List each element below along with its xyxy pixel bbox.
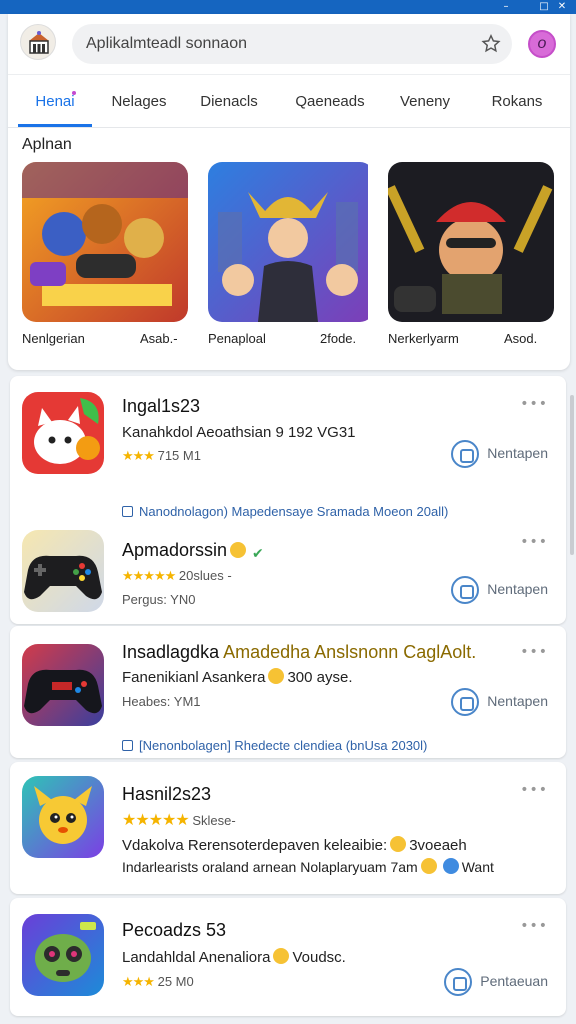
smile-emoji-icon: [273, 948, 290, 964]
featured-game-3-meta: Asod.: [504, 331, 538, 346]
app-5-subtitle: Landahldal Anenaliora Voudsc.: [122, 948, 346, 966]
app-2-icon[interactable]: [22, 530, 104, 612]
category-tabs: Henai Nelages Dienacls Qaeneads Veneny R…: [8, 74, 570, 128]
active-tab-indicator: [18, 124, 92, 127]
app-4-icon[interactable]: [22, 776, 104, 858]
verified-badge-icon: ✔: [252, 546, 264, 562]
notification-dot: [72, 91, 76, 95]
install-icon: [451, 440, 480, 469]
app-list-panel: Ingal1s23 Kanahkdol Aeoathsian 9 192 VG3…: [10, 376, 566, 624]
featured-game-2-image: [208, 162, 368, 322]
app-3-icon[interactable]: [22, 644, 104, 726]
app-4-more-icon[interactable]: •••: [520, 782, 548, 798]
app-3-link[interactable]: [Nenonbolagen] Rhedecte clendiea (bnUsa …: [122, 738, 427, 753]
app-5-icon[interactable]: [22, 914, 104, 996]
app-3-more-icon[interactable]: •••: [520, 644, 548, 660]
featured-game-1-image: [22, 162, 188, 322]
app-4-rating: ★★★★★ Sklese-: [122, 810, 236, 829]
featured-game-1[interactable]: [22, 162, 188, 322]
featured-game-1-title: Nenlgerian: [22, 331, 85, 346]
install-icon: [444, 968, 473, 997]
app-2-name[interactable]: Apmadorssin ✔: [122, 540, 267, 562]
search-bar[interactable]: [72, 24, 512, 64]
featured-game-2-title: Penaploal: [208, 331, 266, 346]
app-1-link[interactable]: Nanodnolagon) Mapedensaye Sramada Moeon …: [122, 504, 448, 519]
app-4-subtitle: Vdakolva Rerensoterdepaven keleaibie: 3vo…: [122, 836, 467, 854]
app-3-card: Insadlagdka Amadedha Anslsnonn CaglAolt.…: [10, 626, 566, 758]
tab-3[interactable]: Dienacls: [194, 75, 264, 128]
search-input[interactable]: [86, 24, 466, 64]
tab-4[interactable]: Qaeneads: [286, 75, 374, 128]
app-5-install-button[interactable]: Pentaeuan: [444, 966, 548, 997]
smile-emoji-icon: [420, 858, 437, 874]
app-1-name[interactable]: Ingal1s23: [122, 396, 200, 417]
app-3-meta: Heabes: YM1: [122, 694, 201, 709]
app-2-meta: Pergus: YN0: [122, 592, 196, 607]
tab-6[interactable]: Rokans: [482, 75, 552, 128]
app-2-install-button[interactable]: Nentapen: [451, 574, 548, 605]
featured-game-2-meta: 2fode.: [320, 331, 357, 346]
featured-game-3-title: Nerkerlyarm: [388, 331, 459, 346]
app-3-install-button[interactable]: Nentapen: [451, 686, 548, 717]
app-2-more-icon[interactable]: •••: [520, 534, 548, 550]
profile-avatar[interactable]: o: [528, 30, 556, 58]
smile-emoji-icon: [230, 542, 247, 558]
app-1-subtitle: Kanahkdol Aeoathsian 9 192 VG31: [122, 424, 356, 441]
app-1-icon[interactable]: [22, 392, 104, 474]
smile-emoji-icon: [390, 836, 407, 852]
close-icon[interactable]: ✕: [556, 1, 568, 12]
install-icon: [451, 576, 480, 605]
app-5-more-icon[interactable]: •••: [520, 918, 548, 934]
app-1-rating: ★★★ 715 M1: [122, 448, 201, 464]
tab-5[interactable]: Veneny: [392, 75, 458, 128]
featured-game-2[interactable]: [208, 162, 374, 322]
app-5-name[interactable]: Pecoadzs 53: [122, 920, 226, 941]
window-titlebar: – □ ✕: [0, 0, 576, 14]
tab-2[interactable]: Nelages: [104, 75, 174, 128]
rating-stars-icon: ★★★★★: [122, 569, 176, 584]
featured-game-1-meta: Asab.-: [140, 331, 178, 346]
app-3-name[interactable]: Insadlagdka Amadedha Anslsnonn CaglAolt.: [122, 642, 476, 663]
featured-game-3[interactable]: [388, 162, 554, 322]
globe-icon: [442, 858, 459, 874]
app-4-card: Hasnil2s23 ★★★★★ Sklese- Vdakolva Rerens…: [10, 762, 566, 894]
app-1-install-button[interactable]: Nentapen: [451, 438, 548, 469]
rating-stars-icon: ★★★★★: [122, 810, 190, 829]
tab-home[interactable]: Henai: [18, 75, 92, 128]
star-icon[interactable]: [480, 33, 502, 55]
rating-stars-icon: ★★★: [122, 449, 155, 464]
link-icon: [122, 740, 133, 751]
app-4-name[interactable]: Hasnil2s23: [122, 784, 211, 805]
section-title: Aplnan: [22, 136, 72, 153]
smile-emoji-icon: [268, 668, 285, 684]
app-4-meta: Indarlearists oraland arnean Nolaplaryua…: [122, 858, 494, 875]
minimize-icon[interactable]: –: [500, 1, 512, 12]
app-5-rating: ★★★ 25 M0: [122, 974, 194, 990]
app-5-card: Pecoadzs 53 Landahldal Anenaliora Voudsc.…: [10, 898, 566, 1016]
featured-game-3-image: [388, 162, 554, 322]
link-icon: [122, 506, 133, 517]
maximize-icon[interactable]: □: [538, 1, 550, 12]
rating-stars-icon: ★★★: [122, 975, 155, 990]
install-icon: [451, 688, 480, 717]
store-header: o Henai Nelages Dienacls Qaeneads Veneny…: [8, 14, 570, 370]
scrollbar[interactable]: [570, 395, 574, 555]
app-1-more-icon[interactable]: •••: [520, 396, 548, 412]
store-logo-icon[interactable]: [20, 24, 56, 60]
app-3-subtitle: Fanenikianl Asankera 300 ayse.: [122, 668, 353, 686]
app-2-rating: ★★★★★ 20slues -: [122, 568, 232, 584]
